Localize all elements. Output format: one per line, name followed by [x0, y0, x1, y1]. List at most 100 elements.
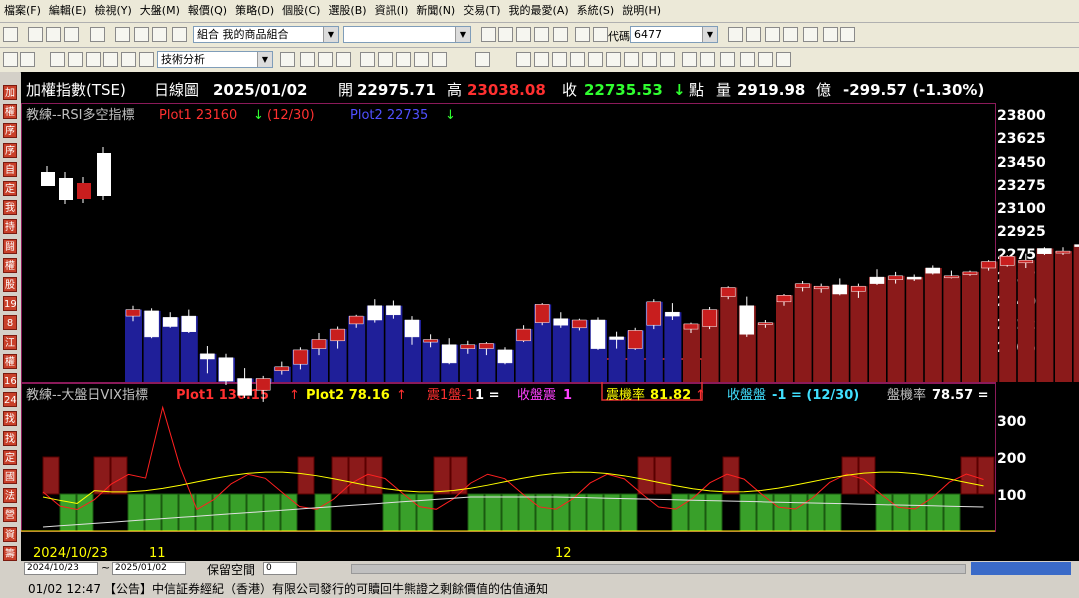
status-news[interactable]: 【公告】中信証券經紀（香港）有限公司發行的可贖回牛熊證之剩餘價值的估值通知: [104, 581, 548, 598]
menu-item[interactable]: 檔案(F): [0, 0, 45, 19]
code-input[interactable]: 6477 ▼: [630, 26, 718, 43]
toolbar-icon-button[interactable]: [50, 52, 65, 67]
toolbar-icon-button[interactable]: [139, 52, 154, 67]
toolbar-icon-button[interactable]: [624, 52, 639, 67]
sidebar-tab[interactable]: 定: [3, 449, 17, 465]
chevron-down-icon[interactable]: ▼: [702, 27, 717, 42]
toolbar-icon-button[interactable]: [432, 52, 447, 67]
toolbar-icon-button[interactable]: [740, 52, 755, 67]
sidebar-tab[interactable]: 19: [3, 296, 17, 312]
toolbar-icon-button[interactable]: [20, 52, 35, 67]
toolbar-icon-button[interactable]: [68, 52, 83, 67]
toolbar-icon-button[interactable]: [103, 52, 118, 67]
toolbar-icon-button[interactable]: [682, 52, 697, 67]
sidebar-tab[interactable]: 資: [3, 526, 17, 542]
range-to-input[interactable]: 2025/01/02: [112, 562, 186, 575]
sidebar-tab[interactable]: 權: [3, 104, 17, 120]
toolbar-icon-button[interactable]: [86, 52, 101, 67]
toolbar-icon-button[interactable]: [3, 52, 18, 67]
toolbar-icon-button[interactable]: [121, 52, 136, 67]
sidebar-tab[interactable]: 籌: [3, 545, 17, 561]
sidebar-tab[interactable]: 定: [3, 181, 17, 196]
toolbar-icon-button[interactable]: [728, 27, 743, 42]
menu-item[interactable]: 選股(B): [324, 0, 370, 19]
sidebar-tab[interactable]: 序: [3, 123, 17, 139]
menu-item[interactable]: 資訊(I): [371, 0, 413, 19]
toolbar-icon-button[interactable]: [498, 27, 513, 42]
horizontal-scrollbar[interactable]: [351, 564, 966, 574]
toolbar-icon-button[interactable]: [588, 52, 603, 67]
menu-item[interactable]: 說明(H): [618, 0, 665, 19]
toolbar-icon-button[interactable]: [642, 52, 657, 67]
toolbar-icon-button[interactable]: [746, 27, 761, 42]
toolbar-icon-button[interactable]: [840, 27, 855, 42]
toolbar-icon-button[interactable]: [700, 52, 715, 67]
sidebar-tab[interactable]: 江: [3, 334, 17, 350]
toolbar-icon-button[interactable]: [552, 52, 567, 67]
menu-item[interactable]: 我的最愛(A): [505, 0, 573, 19]
toolbar-icon-button[interactable]: [90, 27, 105, 42]
menu-item[interactable]: 交易(T): [459, 0, 504, 19]
sidebar-tab[interactable]: 權: [3, 257, 17, 273]
sidebar-tab[interactable]: 序: [3, 142, 17, 158]
sidebar-tab[interactable]: 股: [3, 277, 17, 292]
toolbar-icon-button[interactable]: [115, 27, 130, 42]
sidebar-tab[interactable]: 鬪: [3, 238, 17, 254]
toolbar-icon-button[interactable]: [534, 27, 549, 42]
sidebar-tab[interactable]: 營: [3, 507, 17, 523]
sidebar-tab[interactable]: 找: [3, 411, 17, 427]
toolbar-icon-button[interactable]: [660, 52, 675, 67]
menu-item[interactable]: 系統(S): [573, 0, 619, 19]
menu-item[interactable]: 檢視(Y): [90, 0, 135, 19]
toolbar-icon-button[interactable]: [823, 27, 838, 42]
blank-combo[interactable]: ▼: [343, 26, 471, 43]
menu-item[interactable]: 個股(C): [278, 0, 324, 19]
toolbar-icon-button[interactable]: [134, 27, 149, 42]
sidebar-tab[interactable]: 我: [3, 200, 17, 216]
toolbar-icon-button[interactable]: [152, 27, 167, 42]
toolbar-icon-button[interactable]: [516, 52, 531, 67]
toolbar-icon-button[interactable]: [516, 27, 531, 42]
sidebar-tab[interactable]: 8: [3, 315, 17, 331]
toolbar-icon-button[interactable]: [318, 52, 333, 67]
zoom-tools[interactable]: [971, 562, 1071, 575]
menu-item[interactable]: 策略(D): [231, 0, 278, 19]
toolbar-icon-button[interactable]: [758, 52, 773, 67]
toolbar-icon-button[interactable]: [414, 52, 429, 67]
sidebar-tab[interactable]: 自: [3, 161, 17, 177]
chevron-down-icon[interactable]: ▼: [455, 27, 470, 42]
toolbar-icon-button[interactable]: [360, 52, 375, 67]
keep-space-input[interactable]: 0: [263, 562, 297, 575]
toolbar-icon-button[interactable]: [46, 27, 61, 42]
toolbar-icon-button[interactable]: [336, 52, 351, 67]
toolbar-icon-button[interactable]: [64, 27, 79, 42]
toolbar-icon-button[interactable]: [300, 52, 315, 67]
chart-svg[interactable]: 加權指數(TSE) 日線圖 2025/01/02 開 22975.71 高 23…: [21, 72, 1079, 577]
menu-item[interactable]: 新聞(N): [412, 0, 459, 19]
sidebar-tab[interactable]: 法: [3, 488, 17, 504]
toolbar-icon-button[interactable]: [280, 52, 295, 67]
toolbar-icon-button[interactable]: [534, 52, 549, 67]
toolbar-icon-button[interactable]: [720, 52, 735, 67]
sidebar-tab[interactable]: 權: [3, 353, 17, 369]
chevron-down-icon[interactable]: ▼: [257, 52, 272, 67]
menu-item[interactable]: 報價(Q): [184, 0, 231, 19]
toolbar-icon-button[interactable]: [481, 27, 496, 42]
toolbar-icon-button[interactable]: [593, 27, 608, 42]
toolbar-icon-button[interactable]: [378, 52, 393, 67]
toolbar-icon-button[interactable]: [553, 27, 568, 42]
sidebar-tab[interactable]: 加: [3, 85, 17, 100]
analysis-combo[interactable]: 技術分析 ▼: [157, 51, 273, 68]
toolbar-icon-button[interactable]: [765, 27, 780, 42]
range-from-input[interactable]: 2024/10/23: [24, 562, 98, 575]
toolbar-icon-button[interactable]: [606, 52, 621, 67]
sidebar-tab[interactable]: 24: [3, 392, 17, 408]
sidebar-tab[interactable]: 16: [3, 373, 17, 388]
portfolio-combo[interactable]: 組合 我的商品組合 ▼: [193, 26, 339, 43]
toolbar-icon-button[interactable]: [475, 52, 490, 67]
sidebar-tab[interactable]: 持: [3, 219, 17, 235]
menu-item[interactable]: 大盤(M): [136, 0, 184, 19]
sidebar-tab[interactable]: 找: [3, 430, 17, 446]
chevron-down-icon[interactable]: ▼: [323, 27, 338, 42]
toolbar-icon-button[interactable]: [28, 27, 43, 42]
